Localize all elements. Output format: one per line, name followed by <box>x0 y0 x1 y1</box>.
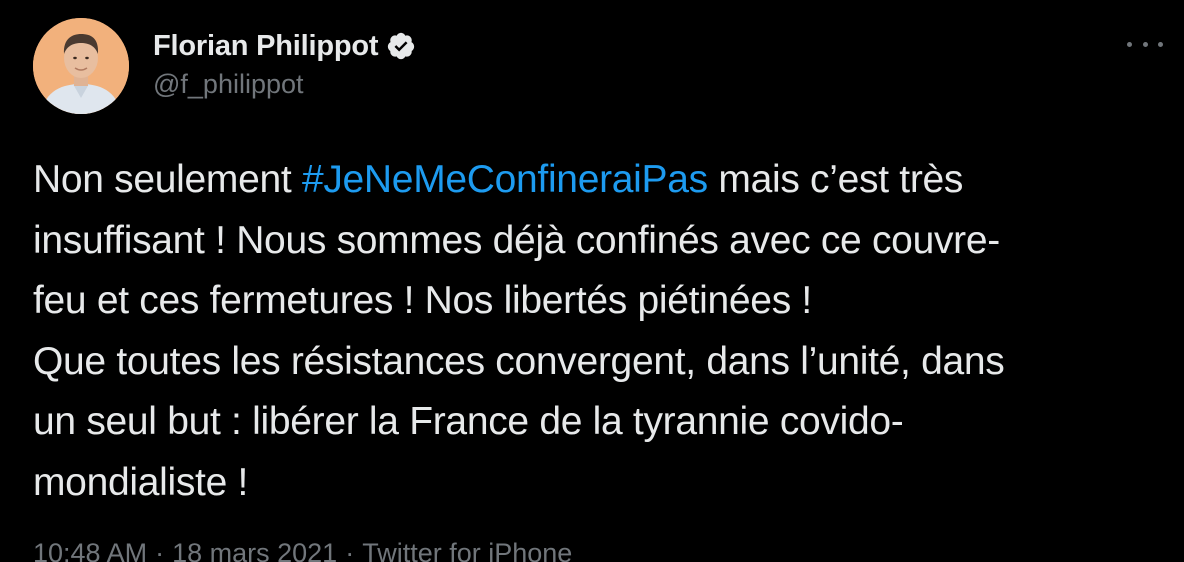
hashtag-link[interactable]: #JeNeMeConfineraiPas <box>302 158 708 201</box>
tweet-card: Florian Philippot @f_philippot Non seule… <box>0 0 1184 562</box>
tweet-line: Non seulement #JeNeMeConfineraiPas mais … <box>33 150 1173 211</box>
tweet-text-segment: Non seulement <box>33 158 302 201</box>
tweet-line: insuffisant ! Nous sommes déjà confinés … <box>33 218 1000 262</box>
more-options-icon[interactable] <box>1127 34 1163 54</box>
tweet-time[interactable]: 10:48 AM <box>33 538 147 562</box>
separator: · <box>155 538 165 562</box>
separator: · <box>345 538 355 562</box>
tweet-line: Que toutes les résistances convergent, d… <box>33 339 1005 383</box>
tweet-line: un seul but : libérer la France de la ty… <box>33 400 904 443</box>
tweet-metadata: 10:48 AM · 18 mars 2021 · Twitter for iPhone <box>33 538 572 562</box>
more-dot <box>1142 41 1148 47</box>
tweet-text: Non seulement #JeNeMeConfineraiPas mais … <box>33 150 1173 513</box>
tweet-text-segment: mais c’est très <box>707 158 964 201</box>
tweet-date[interactable]: 18 mars 2021 <box>172 538 337 562</box>
avatar[interactable] <box>33 18 129 114</box>
verified-badge-icon <box>386 31 416 61</box>
tweet-source[interactable]: Twitter for iPhone <box>362 538 572 562</box>
author-name[interactable]: Florian Philippot <box>153 30 379 63</box>
author-handle[interactable]: @f_philippot <box>153 69 304 100</box>
more-dot <box>1127 41 1132 47</box>
more-dot <box>1158 41 1163 47</box>
author-name-row: Florian Philippot <box>153 26 416 66</box>
tweet-line: mondialiste ! <box>33 460 249 504</box>
tweet-line: feu et ces fermetures ! Nos libertés pié… <box>33 279 812 322</box>
